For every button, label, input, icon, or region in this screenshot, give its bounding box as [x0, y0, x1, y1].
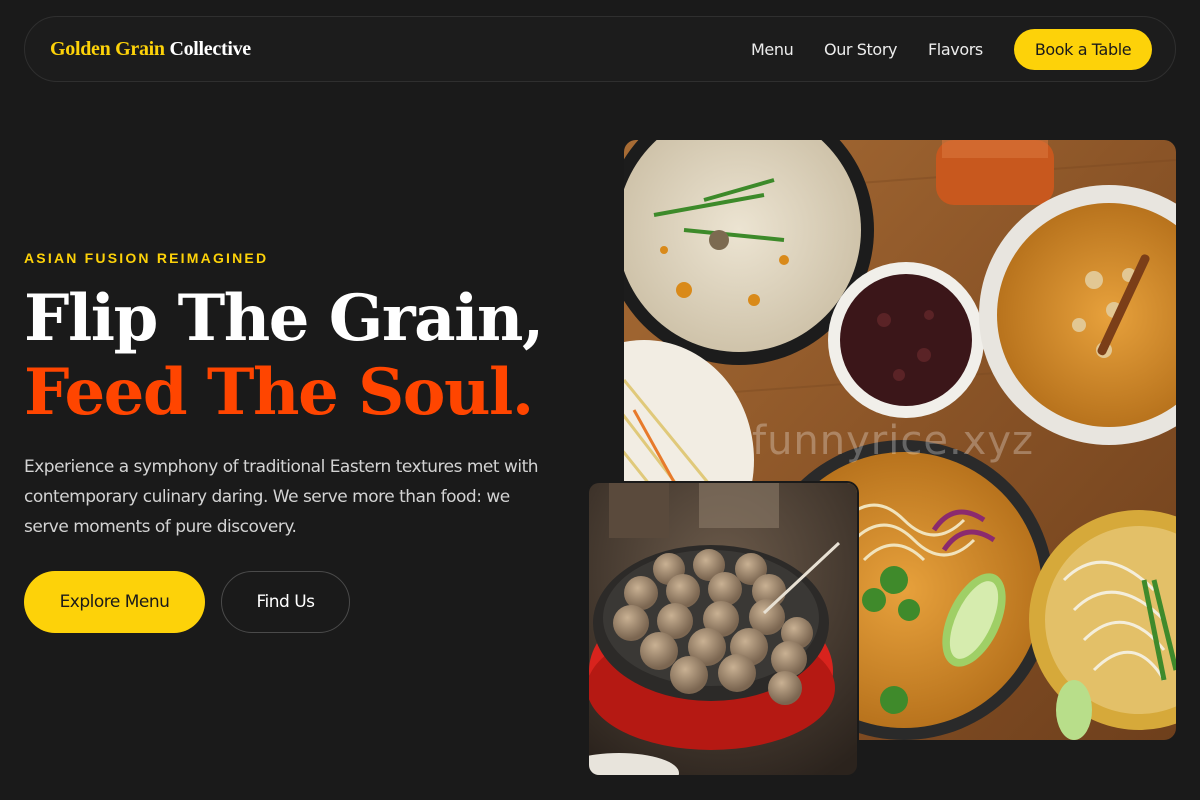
top-navbar: Golden Grain Collective Menu Our Story F…: [24, 16, 1176, 82]
inset-food-photo: [587, 481, 859, 777]
brand-name-gold: Golden Grain: [50, 38, 165, 60]
explore-menu-button[interactable]: Explore Menu: [24, 571, 205, 633]
headline-line-1: Flip The Grain,: [24, 281, 544, 356]
brand-logo[interactable]: Golden Grain Collective: [50, 38, 251, 61]
hero-headline: Flip The Grain, Feed The Soul.: [24, 282, 584, 430]
nav-link-our-story[interactable]: Our Story: [824, 40, 897, 59]
nav-link-flavors[interactable]: Flavors: [928, 40, 983, 59]
nav-link-menu[interactable]: Menu: [751, 40, 794, 59]
image-watermark: funnyrice.xyz: [752, 418, 1035, 464]
book-table-button[interactable]: Book a Table: [1014, 29, 1152, 70]
headline-line-2: Feed The Soul.: [24, 355, 534, 430]
hero-eyebrow: ASIAN FUSION REIMAGINED: [24, 250, 269, 266]
brand-name-white: Collective: [169, 38, 251, 60]
find-us-button[interactable]: Find Us: [221, 571, 350, 633]
hero-description: Experience a symphony of traditional Eas…: [24, 457, 539, 537]
